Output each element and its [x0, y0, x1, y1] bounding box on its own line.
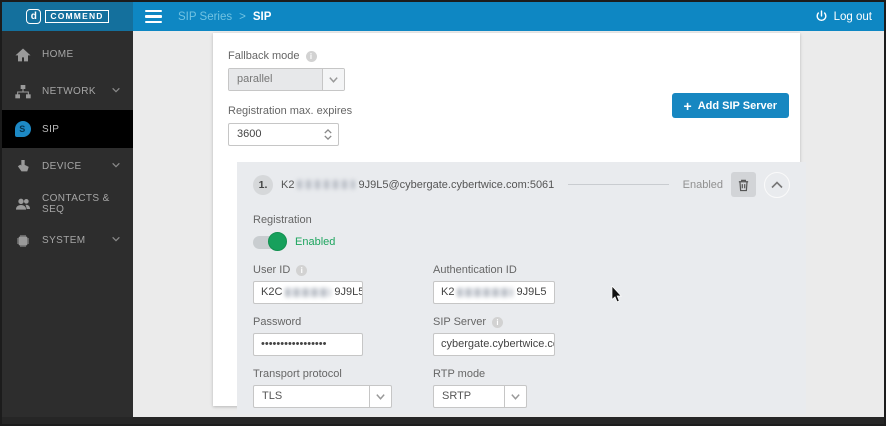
breadcrumb-current: SIP — [252, 10, 272, 23]
plus-icon: + — [683, 97, 692, 114]
transport-protocol-select[interactable]: TLS — [253, 385, 392, 408]
menu-icon[interactable] — [145, 9, 162, 24]
top-bar-main: SIP Series > SIP Log out — [133, 2, 884, 31]
toggle-knob — [268, 232, 287, 251]
rtp-mode-label: RTP mode — [433, 368, 486, 380]
sip-server-panel: 1. K2 9J9L5@cybergate.cybertwice.com:506… — [237, 162, 806, 414]
main-content: Fallback mode i parallel Registration ma… — [133, 31, 884, 417]
password-field: Password ••••••••••••••••• — [253, 304, 433, 356]
contacts-icon — [14, 195, 31, 212]
chevron-down-icon — [322, 69, 344, 90]
system-icon — [14, 232, 31, 249]
user-id-field: User ID i K2C 9J9L5 — [253, 252, 433, 304]
user-id-label: User ID i — [253, 264, 433, 277]
registration-toggle-row: Enabled — [253, 232, 790, 252]
sidebar-item-sip[interactable]: S SIP — [2, 110, 133, 148]
redacted-text — [285, 287, 332, 297]
server-panel-header: 1. K2 9J9L5@cybergate.cybertwice.com:506… — [253, 171, 790, 198]
sidebar-item-contacts[interactable]: CONTACTS & SEQ — [2, 185, 133, 222]
registration-state: Enabled — [295, 236, 336, 248]
password-label: Password — [253, 316, 302, 328]
sidebar-item-label: SYSTEM — [42, 235, 86, 246]
delete-server-button[interactable] — [731, 172, 756, 197]
fallback-mode-select[interactable]: parallel — [228, 68, 345, 91]
sip-server-field: SIP Server i cybergate.cybertwice.com:50… — [433, 304, 803, 356]
server-form: User ID i K2C 9J9L5 Authentication ID K2 9… — [253, 252, 790, 414]
breadcrumb: SIP Series > SIP — [178, 11, 271, 23]
registration-toggle[interactable] — [253, 232, 287, 251]
info-icon: i — [492, 317, 503, 328]
commend-d-icon: d — [26, 9, 42, 24]
sip-server-label: SIP Server i — [433, 316, 803, 329]
logout-label: Log out — [833, 10, 872, 23]
info-icon: i — [296, 265, 308, 276]
chevron-down-icon — [369, 386, 391, 407]
number-stepper[interactable] — [318, 124, 338, 145]
sidebar-item-label: DEVICE — [42, 161, 82, 172]
chevron-down-icon — [111, 85, 121, 98]
auth-id-input[interactable]: K2 9J9L5 — [433, 281, 555, 304]
collapse-server-button[interactable] — [764, 171, 790, 198]
server-title: K2 9J9L5@cybergate.cybertwice.com:5061 — [281, 178, 555, 191]
chevron-down-icon — [111, 160, 121, 173]
app-window: d COMMEND SIP Series > SIP Log out HOME … — [0, 0, 886, 426]
password-input[interactable]: ••••••••••••••••• — [253, 333, 363, 356]
sidebar-item-label: NETWORK — [42, 86, 96, 97]
chevron-down-icon — [504, 386, 526, 407]
chevron-down-icon — [111, 234, 121, 247]
registration-label: Registration — [253, 214, 312, 226]
device-icon — [14, 158, 31, 175]
divider — [568, 184, 669, 185]
breadcrumb-separator: > — [239, 10, 246, 23]
brand-name: COMMEND — [45, 9, 109, 24]
sidebar-item-system[interactable]: SYSTEM — [2, 222, 133, 259]
transport-protocol-field: Transport protocol TLS — [253, 356, 433, 408]
redacted-text — [297, 180, 356, 189]
fallback-mode-label: Fallback mode i — [228, 50, 800, 63]
home-icon — [14, 46, 31, 63]
info-icon: i — [305, 51, 317, 62]
top-bar: d COMMEND SIP Series > SIP Log out — [2, 2, 884, 31]
network-icon — [14, 83, 31, 100]
mouse-cursor — [611, 286, 622, 303]
sidebar: HOME NETWORK S SIP DEVICE CONTACTS & SEQ… — [2, 31, 133, 417]
sip-icon: S — [14, 121, 31, 138]
stepper-down-icon — [324, 135, 332, 140]
commend-logo: d COMMEND — [2, 2, 133, 31]
breadcrumb-parent[interactable]: SIP Series — [178, 11, 232, 23]
window-bottom-frame — [2, 417, 884, 424]
sidebar-item-label: SIP — [42, 123, 60, 135]
stepper-up-icon — [324, 129, 332, 134]
power-icon — [816, 10, 827, 22]
user-id-input[interactable]: K2C 9J9L5 — [253, 281, 363, 304]
server-index-badge: 1. — [253, 174, 273, 195]
rtp-mode-field: RTP mode SRTP — [433, 356, 803, 408]
registration-max-expires-input[interactable]: 3600 — [228, 123, 339, 146]
redacted-text — [457, 287, 514, 297]
transport-protocol-label: Transport protocol — [253, 368, 342, 380]
rtp-mode-select[interactable]: SRTP — [433, 385, 527, 408]
auth-id-label: Authentication ID — [433, 264, 517, 276]
sidebar-item-home[interactable]: HOME — [2, 36, 133, 73]
sip-settings-card: Fallback mode i parallel Registration ma… — [213, 33, 806, 414]
sidebar-item-device[interactable]: DEVICE — [2, 148, 133, 185]
chevron-up-icon — [771, 180, 783, 188]
logout-button[interactable]: Log out — [815, 10, 872, 23]
add-sip-server-button[interactable]: + Add SIP Server — [671, 93, 789, 118]
sip-server-input[interactable]: cybergate.cybertwice.com:5061 — [433, 333, 555, 356]
dtmf-mode-field: DTMF mode RTP Event (RFC 2833) — [253, 408, 433, 414]
server-status: Enabled — [682, 178, 723, 191]
sidebar-item-network[interactable]: NETWORK — [2, 73, 133, 110]
sidebar-item-label: HOME — [42, 49, 74, 60]
sidebar-item-label: CONTACTS & SEQ — [42, 192, 110, 215]
trash-icon — [738, 179, 749, 191]
